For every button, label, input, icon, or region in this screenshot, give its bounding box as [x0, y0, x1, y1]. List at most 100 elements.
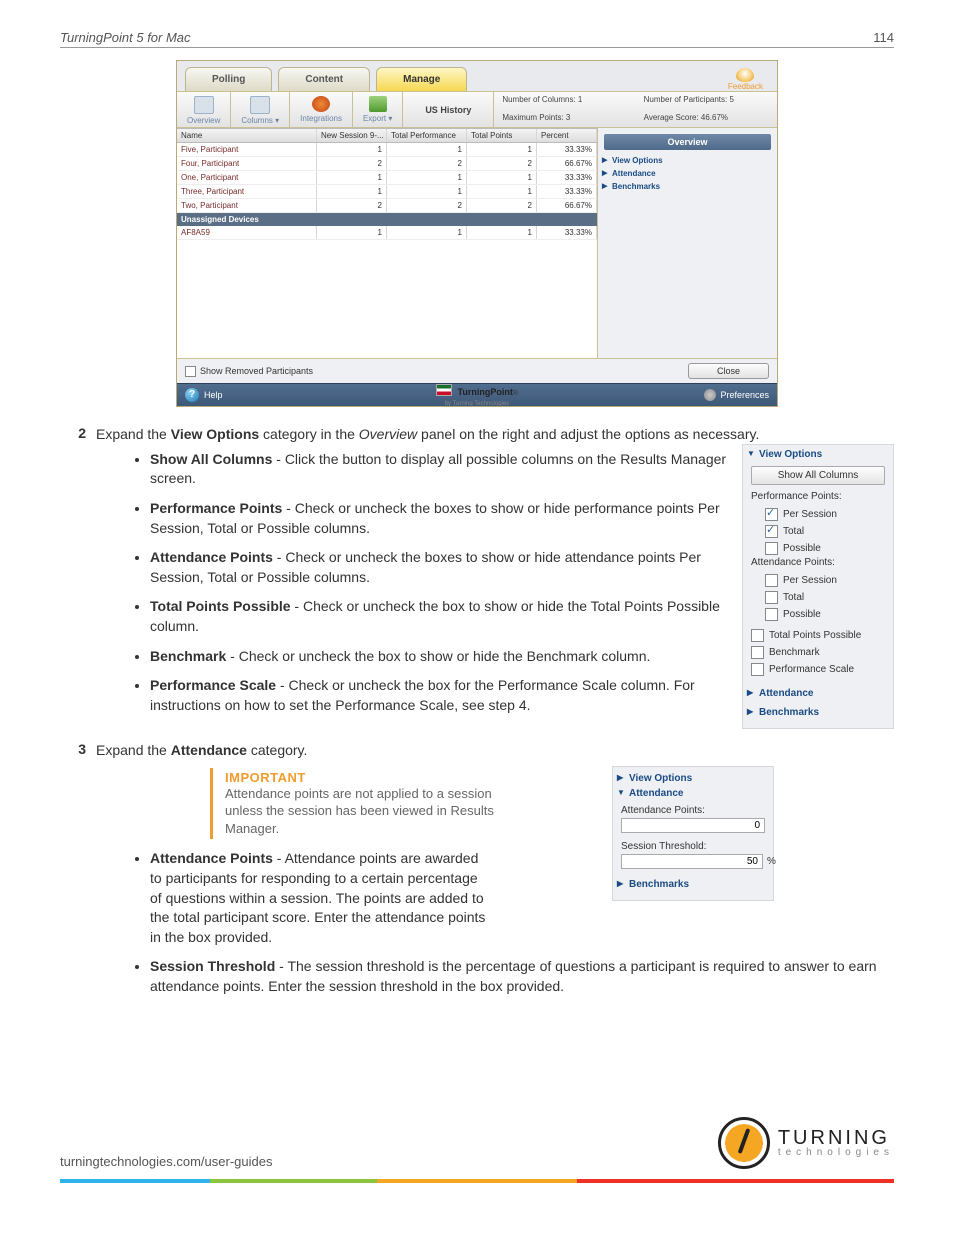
checkbox-icon [765, 508, 778, 521]
list-item: Session Threshold - The session threshol… [150, 957, 894, 996]
table-row[interactable]: Three, Participant 1 1 1 33.33% [177, 185, 597, 199]
preferences-link[interactable]: Preferences [720, 390, 769, 400]
chk-per-session[interactable]: Per Session [765, 506, 893, 523]
feedback-label: Feedback [728, 82, 763, 91]
att-view-options-disclosure[interactable]: View Options [613, 771, 773, 786]
side-attendance[interactable]: Attendance [598, 167, 777, 180]
step-number: 3 [60, 741, 96, 760]
attendance-panel: View Options Attendance Attendance Point… [612, 766, 774, 901]
checkbox-icon [751, 663, 764, 676]
speech-bubble-icon [736, 68, 754, 82]
help-icon: ? [185, 388, 199, 402]
vo-benchmarks-disclosure[interactable]: Benchmarks [743, 703, 893, 722]
table-row[interactable]: Two, Participant 2 2 2 66.67% [177, 199, 597, 213]
step-2: 2 Expand the View Options category in th… [60, 425, 894, 444]
side-view-options[interactable]: View Options [598, 154, 777, 167]
tab-polling[interactable]: Polling [185, 67, 272, 91]
session-threshold-label: Session Threshold: [613, 837, 773, 854]
tab-content[interactable]: Content [278, 67, 370, 91]
feedback-button[interactable]: Feedback [728, 68, 769, 91]
chk-att-possible[interactable]: Possible [765, 606, 893, 623]
tool-export[interactable]: Export ▾ [353, 92, 403, 127]
list-item: Show All Columns - Click the button to d… [150, 450, 770, 489]
doc-title: TurningPoint 5 for Mac [60, 30, 191, 45]
tool-columns[interactable]: Columns ▾ [231, 92, 290, 127]
list-item: Performance Scale - Check or uncheck the… [150, 676, 770, 715]
checkbox-icon [765, 542, 778, 555]
session-stats: Number of Columns: 1 Number of Participa… [494, 92, 777, 127]
vo-attendance-disclosure[interactable]: Attendance [743, 684, 893, 703]
table-row[interactable]: AF8A59 1 1 1 33.33% [177, 226, 597, 240]
globe-icon [312, 96, 330, 112]
chk-total[interactable]: Total [765, 523, 893, 540]
company-logo: TURNING technologies [718, 1117, 894, 1169]
step2-list: Show All Columns - Click the button to d… [150, 450, 770, 716]
chk-att-total[interactable]: Total [765, 589, 893, 606]
show-removed-checkbox[interactable] [185, 366, 196, 377]
stat-participants: Number of Participants: 5 [636, 92, 777, 110]
flag-icon [436, 384, 452, 396]
table-row[interactable]: Five, Participant 1 1 1 33.33% [177, 143, 597, 157]
tab-manage[interactable]: Manage [376, 67, 467, 91]
tool-integrations[interactable]: Integrations [290, 92, 353, 127]
stat-columns: Number of Columns: 1 [494, 92, 635, 110]
list-item: Attendance Points - Check or uncheck the… [150, 548, 770, 587]
table-row[interactable]: Four, Participant 2 2 2 66.67% [177, 157, 597, 171]
session-threshold-input[interactable] [621, 854, 763, 869]
page-header: TurningPoint 5 for Mac 114 [60, 30, 894, 48]
checkbox-icon [751, 646, 764, 659]
show-removed-label: Show Removed Participants [200, 366, 313, 376]
checkbox-icon [751, 629, 764, 642]
columns-icon [250, 96, 270, 114]
att-benchmarks-disclosure[interactable]: Benchmarks [613, 877, 773, 892]
logo-text-main: TURNING [778, 1128, 894, 1148]
footer-stripe [60, 1179, 894, 1183]
help-link[interactable]: Help [204, 390, 223, 400]
close-button[interactable]: Close [688, 363, 769, 379]
unassigned-section: Unassigned Devices [177, 213, 597, 226]
gear-icon [704, 389, 716, 401]
checkbox-icon [765, 574, 778, 587]
vo-disclosure[interactable]: View Options [743, 445, 893, 464]
stat-avg-score: Average Score: 46.67% [636, 110, 777, 128]
app-screenshot: Polling Content Manage Feedback Overview… [176, 60, 778, 407]
logo-mark-icon [718, 1117, 770, 1169]
table-row[interactable]: One, Participant 1 1 1 33.33% [177, 171, 597, 185]
overview-icon [194, 96, 214, 114]
percent-label: % [767, 856, 776, 867]
footer-url: turningtechnologies.com/user-guides [60, 1154, 272, 1169]
perf-points-label: Performance Points: [743, 491, 893, 506]
list-item: Total Points Possible - Check or uncheck… [150, 597, 770, 636]
chk-benchmark[interactable]: Benchmark [751, 644, 885, 661]
chk-tpp[interactable]: Total Points Possible [751, 627, 885, 644]
brand-logo: TurningPoint® by Turning Technologies [436, 384, 518, 407]
logo-text-sub: technologies [778, 1148, 894, 1158]
session-title: US History [403, 92, 494, 127]
view-options-panel: View Options Show All Columns Performanc… [742, 444, 894, 729]
step-number: 2 [60, 425, 96, 444]
page-footer: turningtechnologies.com/user-guides TURN… [60, 1117, 894, 1169]
tool-overview[interactable]: Overview [177, 92, 231, 127]
list-item: Attendance Points - Attendance points ar… [150, 849, 490, 947]
important-text: Attendance points are not applied to a s… [225, 785, 525, 838]
checkbox-icon [765, 525, 778, 538]
stat-max-points: Maximum Points: 3 [494, 110, 635, 128]
chk-perf-scale[interactable]: Performance Scale [751, 661, 885, 678]
att-attendance-disclosure[interactable]: Attendance [613, 786, 773, 801]
attendance-points-input[interactable] [621, 818, 765, 833]
important-title: IMPORTANT [225, 770, 525, 785]
checkbox-icon [765, 591, 778, 604]
overview-header: Overview [604, 134, 771, 150]
step3-list: Attendance Points - Attendance points ar… [150, 849, 894, 996]
list-item: Performance Points - Check or uncheck th… [150, 499, 770, 538]
checkbox-icon [765, 608, 778, 621]
export-icon [369, 96, 387, 112]
att-points-label: Attendance Points: [613, 801, 773, 818]
show-all-columns-button[interactable]: Show All Columns [751, 466, 885, 485]
chk-att-per-session[interactable]: Per Session [765, 572, 893, 589]
side-benchmarks[interactable]: Benchmarks [598, 180, 777, 193]
list-item: Benchmark - Check or uncheck the box to … [150, 647, 770, 667]
chk-possible[interactable]: Possible [765, 540, 893, 557]
important-callout: IMPORTANT Attendance points are not appl… [210, 768, 525, 840]
grid-header: Name New Session 9-... Total Performance… [177, 128, 597, 143]
